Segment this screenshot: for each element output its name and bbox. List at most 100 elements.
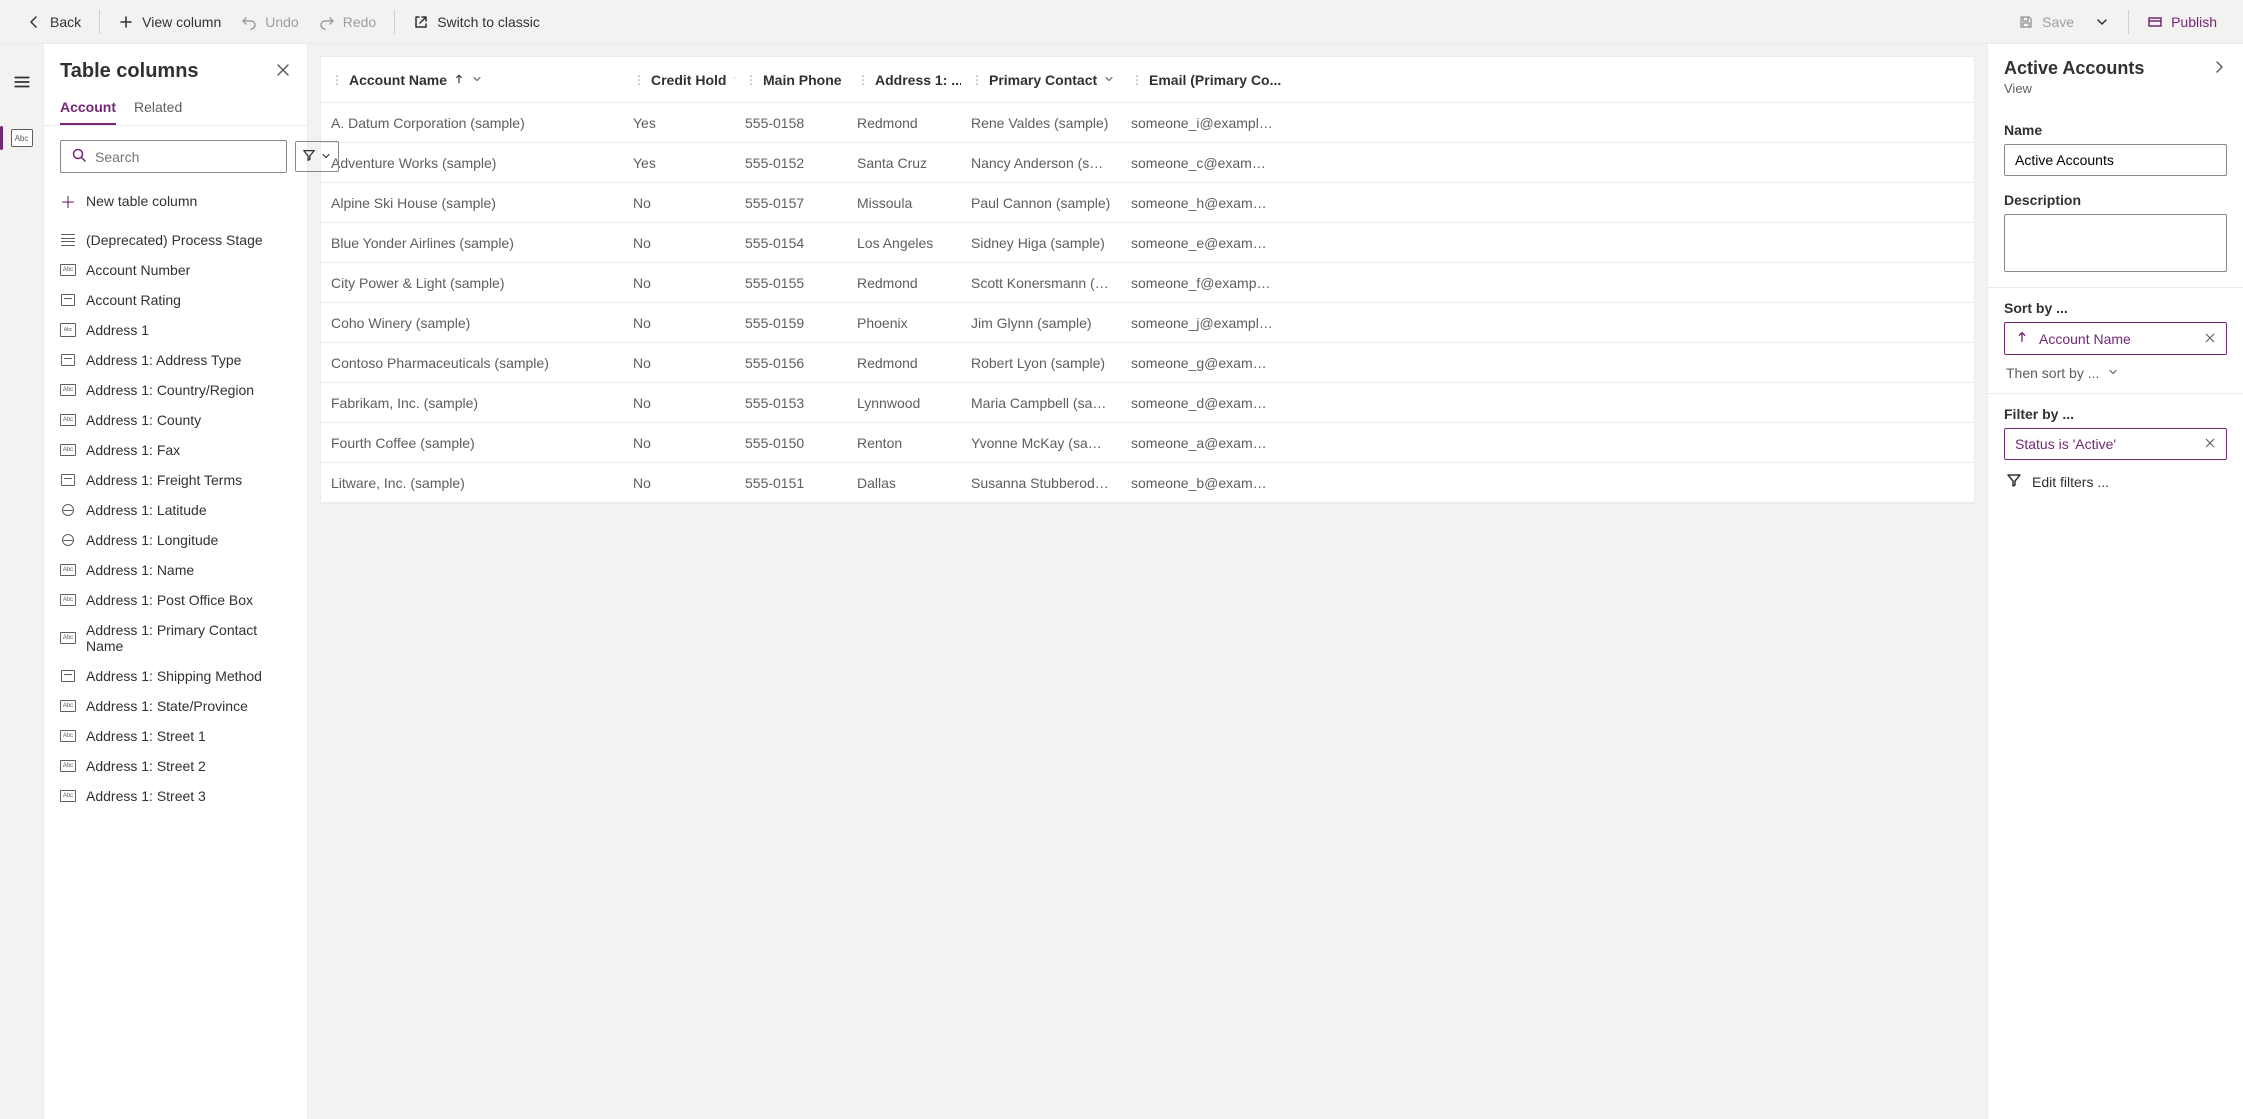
cell-credit-hold: No	[623, 195, 735, 211]
filter-by-label: Filter by ...	[2004, 406, 2227, 422]
column-header-main-phone[interactable]: ⋮ Main Phone	[735, 72, 847, 88]
column-list-item[interactable]: Abc Address 1: Street 2	[44, 751, 307, 781]
cell-main-phone: 555-0156	[735, 355, 847, 371]
expand-panel-button[interactable]	[2211, 59, 2227, 78]
drag-handle-icon[interactable]: ⋮	[857, 73, 869, 87]
view-name-input[interactable]	[2004, 144, 2227, 176]
search-input-wrapper[interactable]	[60, 140, 287, 173]
filter-dropdown-button[interactable]	[295, 141, 339, 172]
save-button[interactable]: Save	[2008, 8, 2084, 36]
column-item-label: Address 1	[86, 322, 149, 338]
cell-email: someone_h@example.com	[1121, 195, 1283, 211]
arrow-left-icon	[26, 14, 42, 30]
then-sort-by-button[interactable]: Then sort by ...	[2004, 355, 2227, 381]
header-label: Address 1: ...	[875, 72, 961, 88]
remove-sort-button[interactable]	[2204, 331, 2216, 347]
cell-email: someone_e@example.com	[1121, 235, 1283, 251]
cell-email: someone_d@example.com	[1121, 395, 1283, 411]
cell-primary-contact: Maria Campbell (sample)	[961, 395, 1121, 411]
column-header-email[interactable]: ⋮ Email (Primary Co...	[1121, 72, 1283, 88]
column-list[interactable]: (Deprecated) Process StageAbc Account Nu…	[44, 225, 307, 1119]
cell-address: Los Angeles	[847, 235, 961, 251]
drag-handle-icon[interactable]: ⋮	[971, 73, 983, 87]
column-header-primary-contact[interactable]: ⋮ Primary Contact	[961, 72, 1121, 88]
cell-primary-contact: Nancy Anderson (sample)	[961, 155, 1121, 171]
remove-filter-button[interactable]	[2204, 436, 2216, 452]
table-row[interactable]: Adventure Works (sample) Yes 555-0152 Sa…	[321, 143, 1974, 183]
separator	[394, 10, 395, 34]
view-column-button[interactable]: View column	[108, 8, 231, 36]
column-list-item[interactable]: Abc Address 1: State/Province	[44, 691, 307, 721]
table-row[interactable]: Coho Winery (sample) No 555-0159 Phoenix…	[321, 303, 1974, 343]
column-list-item[interactable]: Address 1: Address Type	[44, 345, 307, 375]
column-list-item[interactable]: Abc Address 1: Street 1	[44, 721, 307, 751]
undo-button[interactable]: Undo	[231, 8, 308, 36]
tab-account[interactable]: Account	[60, 91, 116, 125]
table-row[interactable]: Alpine Ski House (sample) No 555-0157 Mi…	[321, 183, 1974, 223]
column-list-item[interactable]: Abc Account Number	[44, 255, 307, 285]
column-list-item[interactable]: Abc Address 1: Fax	[44, 435, 307, 465]
column-list-item[interactable]: Abc Address 1: County	[44, 405, 307, 435]
table-row[interactable]: Blue Yonder Airlines (sample) No 555-015…	[321, 223, 1974, 263]
column-item-label: Address 1: Shipping Method	[86, 668, 262, 684]
table-row[interactable]: City Power & Light (sample) No 555-0155 …	[321, 263, 1974, 303]
field-type-icon: Abc	[60, 382, 76, 398]
tab-related[interactable]: Related	[134, 91, 182, 125]
chevron-down-icon	[2107, 365, 2119, 381]
switch-label: Switch to classic	[437, 14, 540, 30]
header-label: Primary Contact	[989, 72, 1097, 88]
column-header-credit-hold[interactable]: ⋮ Credit Hold	[623, 72, 735, 88]
table-row[interactable]: Contoso Pharmaceuticals (sample) No 555-…	[321, 343, 1974, 383]
table-row[interactable]: Fabrikam, Inc. (sample) No 555-0153 Lynn…	[321, 383, 1974, 423]
header-label: Credit Hold	[651, 72, 726, 88]
publish-button[interactable]: Publish	[2137, 8, 2227, 36]
column-list-item[interactable]: Abc Address 1	[44, 315, 307, 345]
field-type-icon: Abc	[60, 788, 76, 804]
drag-handle-icon[interactable]: ⋮	[331, 73, 343, 87]
table-row[interactable]: Fourth Coffee (sample) No 555-0150 Rento…	[321, 423, 1974, 463]
drag-handle-icon[interactable]: ⋮	[745, 73, 757, 87]
separator	[2128, 10, 2129, 34]
column-list-item[interactable]: Abc Address 1: Country/Region	[44, 375, 307, 405]
sort-asc-icon	[2015, 330, 2029, 347]
column-list-item[interactable]: Account Rating	[44, 285, 307, 315]
cell-credit-hold: No	[623, 435, 735, 451]
field-type-icon: Abc	[60, 562, 76, 578]
column-list-item[interactable]: Address 1: Longitude	[44, 525, 307, 555]
chevron-down-icon[interactable]	[471, 72, 483, 88]
rail-item-columns[interactable]: Abc	[4, 120, 40, 156]
column-list-item[interactable]: Abc Address 1: Post Office Box	[44, 585, 307, 615]
column-list-item[interactable]: Abc Address 1: Street 3	[44, 781, 307, 811]
table-row[interactable]: A. Datum Corporation (sample) Yes 555-01…	[321, 103, 1974, 143]
cell-main-phone: 555-0157	[735, 195, 847, 211]
save-dropdown-button[interactable]	[2084, 8, 2120, 36]
column-item-label: Address 1: Address Type	[86, 352, 241, 368]
switch-classic-button[interactable]: Switch to classic	[403, 8, 550, 36]
edit-filters-button[interactable]: Edit filters ...	[2004, 460, 2227, 503]
view-description-input[interactable]	[2004, 214, 2227, 272]
cell-account-name: Fabrikam, Inc. (sample)	[321, 395, 623, 411]
column-list-item[interactable]: Address 1: Shipping Method	[44, 661, 307, 691]
chevron-down-icon[interactable]	[1103, 72, 1115, 88]
filter-chip[interactable]: Status is 'Active'	[2004, 428, 2227, 460]
cell-email: someone_a@example.com	[1121, 435, 1283, 451]
column-list-item[interactable]: Address 1: Latitude	[44, 495, 307, 525]
sort-chip[interactable]: Account Name	[2004, 322, 2227, 355]
column-list-item[interactable]: Abc Address 1: Name	[44, 555, 307, 585]
drag-handle-icon[interactable]: ⋮	[633, 73, 645, 87]
column-header-account-name[interactable]: ⋮ Account Name	[321, 72, 623, 88]
new-table-column-button[interactable]: ＋ New table column	[44, 185, 307, 225]
redo-button[interactable]: Redo	[309, 8, 386, 36]
hamburger-button[interactable]	[4, 64, 40, 100]
search-input[interactable]	[95, 149, 276, 165]
column-list-item[interactable]: Address 1: Freight Terms	[44, 465, 307, 495]
column-list-item[interactable]: (Deprecated) Process Stage	[44, 225, 307, 255]
close-panel-button[interactable]	[275, 62, 291, 81]
cell-account-name: Coho Winery (sample)	[321, 315, 623, 331]
column-header-address[interactable]: ⋮ Address 1: ...	[847, 72, 961, 88]
table-row[interactable]: Litware, Inc. (sample) No 555-0151 Dalla…	[321, 463, 1974, 503]
back-button[interactable]: Back	[16, 8, 91, 36]
column-list-item[interactable]: Abc Address 1: Primary Contact Name	[44, 615, 307, 661]
drag-handle-icon[interactable]: ⋮	[1131, 73, 1143, 87]
column-item-label: Address 1: Country/Region	[86, 382, 254, 398]
